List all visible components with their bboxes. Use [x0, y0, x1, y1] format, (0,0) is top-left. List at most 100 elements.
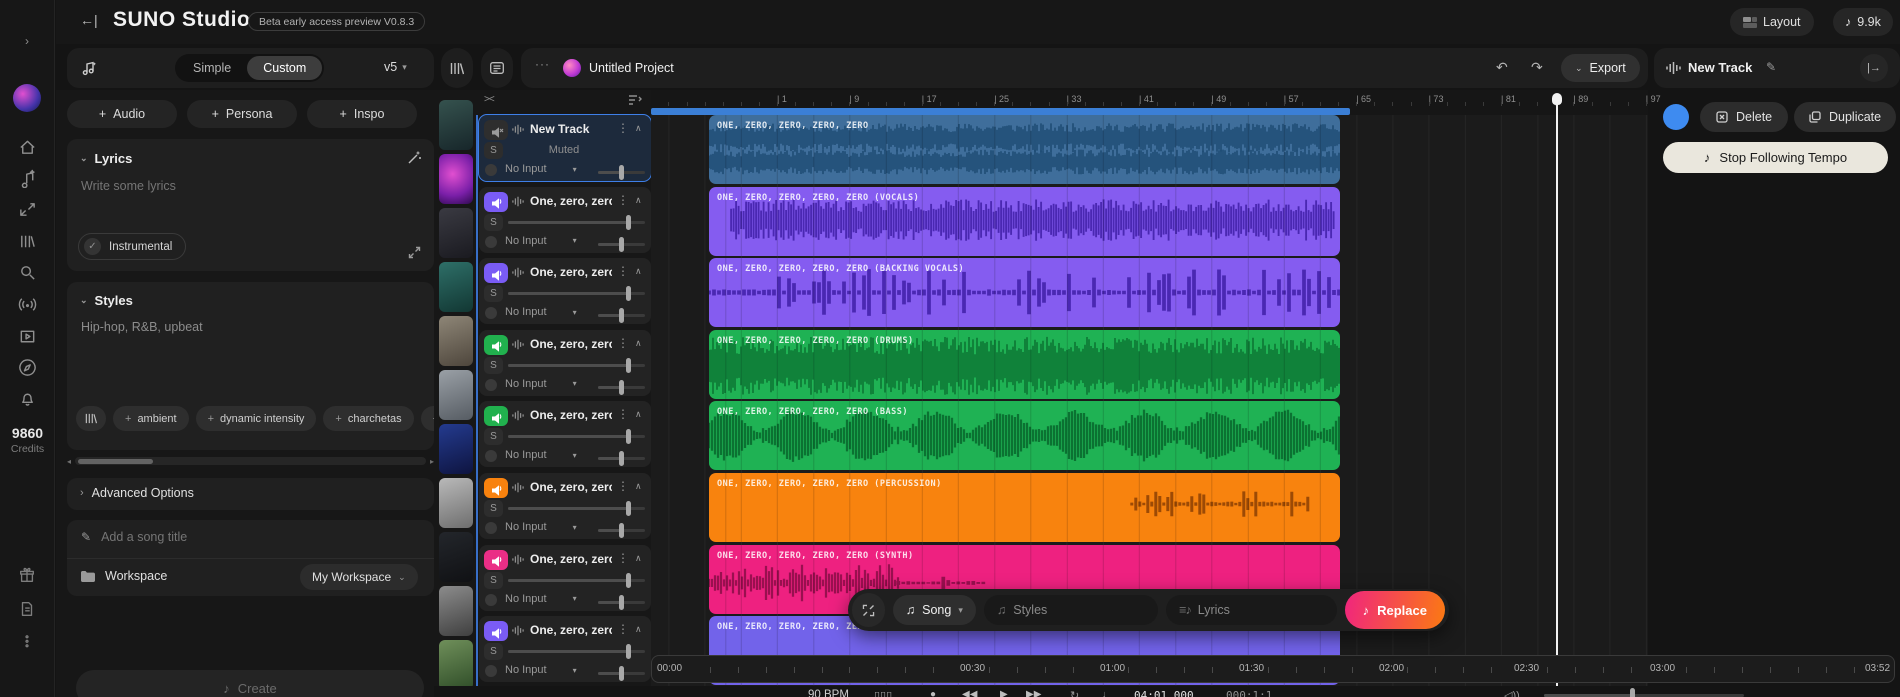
sidebar-item-videos-icon[interactable] — [14, 323, 40, 349]
audio-clip[interactable]: ONE, ZERO, ZERO, ZERO, ZERO (BASS) — [709, 401, 1340, 470]
sidebar-item-create-icon[interactable] — [14, 165, 40, 191]
track-header[interactable]: One, zero, zerc⋮∧SNo Input▾ — [479, 258, 651, 324]
song-thumbnail[interactable] — [439, 532, 473, 582]
track-title[interactable]: One, zero, zerc — [530, 480, 612, 494]
track-header[interactable]: One, zero, zerc⋮∧SNo Input▾ — [479, 187, 651, 253]
library-view-button[interactable] — [441, 48, 473, 88]
record-arm-button[interactable] — [485, 307, 497, 319]
skip-back-icon[interactable]: ◀◀ — [962, 689, 977, 697]
style-tag-chip[interactable]: +charchetas — [323, 406, 413, 431]
collapse-headers-icon[interactable]: >< — [484, 94, 494, 105]
sidebar-item-share-icon[interactable] — [14, 196, 40, 222]
track-volume-slider[interactable] — [508, 579, 645, 582]
track-collapse-icon[interactable]: ∧ — [635, 338, 642, 349]
track-title[interactable]: One, zero, zerc — [530, 623, 612, 637]
song-title-field[interactable]: ✎ Add a song title — [81, 530, 187, 544]
sidebar-item-gifts-icon[interactable] — [14, 562, 40, 588]
track-speaker-icon[interactable] — [484, 550, 508, 570]
track-title[interactable]: One, zero, zerc — [530, 194, 612, 208]
track-collapse-icon[interactable]: ∧ — [635, 123, 642, 134]
solo-button[interactable]: S — [484, 500, 503, 517]
track-pan-slider[interactable] — [598, 386, 645, 389]
sidebar-item-home-icon[interactable] — [14, 134, 40, 160]
track-menu-kebab-icon[interactable]: ⋮ — [617, 336, 629, 350]
record-arm-button[interactable] — [485, 450, 497, 462]
song-thumbnail[interactable] — [439, 640, 473, 690]
pan-knob[interactable] — [619, 595, 624, 610]
styles-input[interactable]: Hip-hop, R&B, upbeat — [81, 320, 203, 334]
styles-library-chip[interactable] — [76, 406, 106, 431]
track-header[interactable]: One, zero, zerc⋮∧SNo Input▾ — [479, 545, 651, 611]
track-menu-kebab-icon[interactable]: ⋮ — [617, 479, 629, 493]
add-persona-button[interactable]: +Persona — [187, 100, 297, 128]
track-volume-slider[interactable] — [508, 221, 645, 224]
playhead-pin[interactable] — [1552, 93, 1562, 105]
input-source-dropdown[interactable]: No Input▾ — [505, 163, 577, 175]
track-speaker-icon[interactable] — [484, 263, 508, 283]
track-pan-slider[interactable] — [598, 529, 645, 532]
track-header[interactable]: One, zero, zerc⋮∧SNo Input▾ — [479, 616, 651, 682]
track-pan-slider[interactable] — [598, 672, 645, 675]
undo-button[interactable]: ↶ — [1496, 59, 1508, 76]
add-audio-button[interactable]: +Audio — [67, 100, 177, 128]
redo-button[interactable]: ↷ — [1531, 59, 1543, 76]
track-volume-slider[interactable] — [508, 650, 645, 653]
song-thumbnail[interactable] — [439, 424, 473, 474]
track-title[interactable]: One, zero, zerc — [530, 265, 612, 279]
project-more-button[interactable]: ··· — [535, 57, 550, 71]
track-collapse-icon[interactable]: ∧ — [635, 553, 642, 564]
chevron-down-icon[interactable]: ⌄ — [80, 295, 88, 306]
sidebar-item-search-icon[interactable] — [14, 259, 40, 285]
input-source-dropdown[interactable]: No Input▾ — [505, 593, 577, 605]
solo-button[interactable]: S — [484, 572, 503, 589]
input-source-dropdown[interactable]: No Input▾ — [505, 306, 577, 318]
chevron-down-icon[interactable]: ⌄ — [80, 153, 88, 164]
track-speaker-icon[interactable] — [484, 192, 508, 212]
track-volume-slider[interactable] — [508, 435, 645, 438]
back-button[interactable]: ←| — [80, 12, 98, 28]
export-button[interactable]: ⌄ Export — [1561, 54, 1640, 82]
input-source-dropdown[interactable]: No Input▾ — [505, 521, 577, 533]
list-view-button[interactable] — [481, 48, 513, 88]
audio-clip[interactable]: ONE, ZERO, ZERO, ZERO, ZERO — [709, 115, 1340, 184]
solo-button[interactable]: S — [484, 428, 503, 445]
volume-knob[interactable] — [626, 286, 631, 301]
sidebar-expand-chevron-icon[interactable]: › — [14, 28, 40, 54]
track-menu-kebab-icon[interactable]: ⋮ — [617, 407, 629, 421]
input-source-dropdown[interactable]: No Input▾ — [505, 449, 577, 461]
track-title[interactable]: One, zero, zerc — [530, 337, 612, 351]
song-thumbnail[interactable] — [439, 100, 473, 150]
audio-clip[interactable]: ONE, ZERO, ZERO, ZERO, ZERO (PERCUSSION) — [709, 473, 1340, 542]
delete-track-button[interactable]: Delete — [1700, 102, 1788, 132]
track-pan-slider[interactable] — [598, 243, 645, 246]
track-collapse-icon[interactable]: ∧ — [635, 481, 642, 492]
solo-button[interactable]: S — [484, 214, 503, 231]
tab-custom[interactable]: Custom — [247, 56, 322, 80]
styles-field[interactable]: ♫ Styles — [984, 595, 1158, 625]
record-arm-button[interactable] — [485, 164, 497, 176]
track-mute-icon[interactable] — [484, 120, 508, 140]
input-source-dropdown[interactable]: No Input▾ — [505, 664, 577, 676]
track-header[interactable]: One, zero, zerc ⋮ ∧ SNo Input▾ — [479, 473, 651, 539]
sidebar-item-more-icon[interactable] — [14, 628, 40, 654]
user-avatar[interactable] — [13, 84, 41, 112]
track-pan-slider[interactable] — [598, 457, 645, 460]
track-volume-slider[interactable] — [508, 364, 645, 367]
track-speaker-icon[interactable] — [484, 335, 508, 355]
volume-knob[interactable] — [626, 429, 631, 444]
lyrics-field[interactable]: ≡♪ Lyrics — [1166, 595, 1336, 625]
quantize-icon[interactable]: ♩ — [1102, 689, 1113, 697]
song-thumbnail[interactable] — [439, 478, 473, 528]
workspace-dropdown[interactable]: My Workspace ⌄ — [300, 564, 418, 590]
volume-knob[interactable] — [626, 644, 631, 659]
solo-button[interactable]: S — [484, 142, 503, 159]
track-menu-kebab-icon[interactable]: ⋮ — [617, 121, 629, 135]
track-collapse-icon[interactable]: ∧ — [635, 195, 642, 206]
track-title[interactable]: One, zero, zerc — [530, 408, 612, 422]
metronome-icon[interactable]: ▯▯▯ — [874, 689, 892, 697]
playhead[interactable] — [1556, 96, 1558, 688]
volume-knob[interactable] — [626, 573, 631, 588]
pan-knob[interactable] — [619, 523, 624, 538]
input-source-dropdown[interactable]: No Input▾ — [505, 378, 577, 390]
audio-clip[interactable]: ONE, ZERO, ZERO, ZERO, ZERO (DRUMS) — [709, 330, 1340, 399]
